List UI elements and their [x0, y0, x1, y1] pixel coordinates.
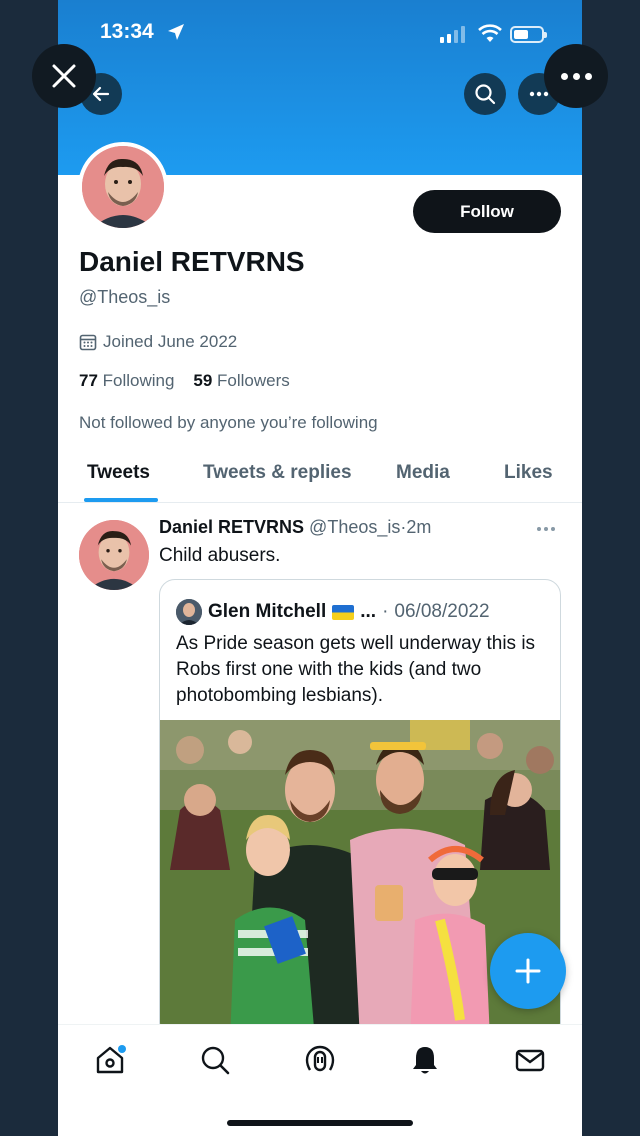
- more-icon: [529, 91, 549, 97]
- joined-text: Joined June 2022: [103, 332, 238, 351]
- calendar-icon: [79, 334, 97, 351]
- more-options-button[interactable]: [544, 44, 608, 108]
- followers-link[interactable]: 59 Followers: [193, 371, 289, 390]
- quoted-tweet-text: As Pride season gets well underway this …: [176, 633, 536, 706]
- home-indicator[interactable]: [227, 1120, 413, 1126]
- status-time: 13:34: [100, 20, 154, 43]
- messages-icon: [515, 1049, 545, 1072]
- quoted-separator: ·: [382, 601, 389, 622]
- search-icon: [475, 84, 496, 105]
- tweet-text: Child abusers.: [159, 545, 281, 566]
- tweet-author-avatar[interactable]: [79, 520, 149, 590]
- tweet-author-handle[interactable]: @Theos_is: [309, 517, 400, 537]
- nav-spaces[interactable]: [303, 1043, 337, 1077]
- avatar-image: [79, 520, 149, 590]
- compose-tweet-button[interactable]: [490, 933, 566, 1009]
- close-icon: [52, 64, 76, 88]
- following-label: Following: [102, 371, 175, 390]
- spaces-icon: [305, 1045, 335, 1072]
- tab-tweets-replies[interactable]: Tweets & replies: [203, 462, 352, 484]
- following-link[interactable]: 77 Following: [79, 371, 174, 390]
- joined-date: Joined June 2022: [79, 332, 237, 352]
- tweet-time: 2m: [406, 517, 432, 537]
- avatar-image: [82, 146, 164, 228]
- tab-media[interactable]: Media: [396, 462, 450, 484]
- profile-display-name: Daniel RETVRNS: [79, 246, 305, 277]
- profile-avatar[interactable]: [78, 142, 168, 232]
- quoted-date: 06/08/2022: [394, 601, 490, 622]
- quoted-author-name: Glen Mitchell: [208, 601, 327, 622]
- quoted-ellipsis: ...: [360, 601, 377, 622]
- bottom-navigation: [58, 1024, 582, 1136]
- nav-home[interactable]: [93, 1043, 127, 1077]
- battery-icon: [510, 26, 547, 43]
- tabs-divider: [58, 502, 582, 503]
- nav-messages[interactable]: [513, 1043, 547, 1077]
- close-button[interactable]: [32, 44, 96, 108]
- profile-handle: @Theos_is: [79, 287, 171, 307]
- more-icon: [537, 527, 555, 531]
- tweet-header: Daniel RETVRNS @Theos_is·2m: [159, 517, 431, 538]
- phone-screen: 13:34 Follow Daniel RETVRNS @Theos_is Jo…: [58, 0, 582, 1136]
- cellular-signal-icon: [440, 26, 465, 43]
- tweet-more-button[interactable]: [536, 519, 556, 537]
- follow-button[interactable]: Follow: [413, 190, 561, 233]
- quoted-author-avatar: [176, 599, 202, 625]
- ukraine-flag-icon: [332, 604, 355, 620]
- more-dot: [584, 72, 592, 80]
- search-icon: [201, 1046, 230, 1075]
- home-icon: [96, 1045, 126, 1074]
- not-followed-note: Not followed by anyone you’re following: [79, 413, 378, 432]
- quoted-tweet-header: Glen Mitchell ... · 06/08/2022: [176, 599, 490, 625]
- compose-icon: [515, 958, 541, 984]
- wifi-icon: [478, 24, 502, 42]
- tab-likes[interactable]: Likes: [504, 462, 553, 484]
- nav-notifications[interactable]: [408, 1043, 442, 1077]
- location-arrow-icon: [168, 24, 184, 40]
- notifications-icon: [413, 1047, 437, 1074]
- nav-explore[interactable]: [198, 1043, 232, 1077]
- follow-counts: 77 Following 59 Followers: [79, 371, 290, 391]
- more-dot: [572, 72, 580, 80]
- following-count: 77: [79, 371, 98, 390]
- more-dot: [560, 72, 568, 80]
- followers-label: Followers: [217, 371, 290, 390]
- tab-tweets[interactable]: Tweets: [87, 462, 150, 484]
- tweet-author-name[interactable]: Daniel RETVRNS: [159, 517, 304, 537]
- followers-count: 59: [193, 371, 213, 390]
- search-button[interactable]: [464, 73, 506, 115]
